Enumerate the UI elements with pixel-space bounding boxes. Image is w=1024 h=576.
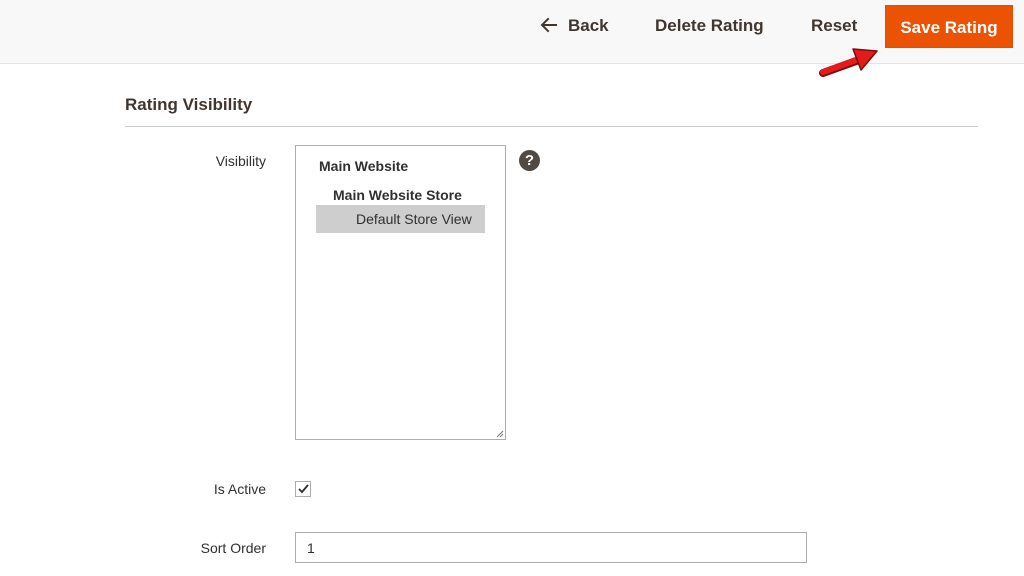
sort-order-label: Sort Order — [200, 540, 266, 556]
reset-button[interactable]: Reset — [811, 0, 857, 52]
back-button[interactable]: Back — [540, 0, 609, 52]
section-title: Rating Visibility — [125, 95, 253, 114]
is-active-checkbox[interactable] — [295, 481, 311, 497]
question-mark-icon[interactable]: ? — [519, 150, 540, 171]
is-active-label: Is Active — [213, 481, 266, 497]
visibility-multiselect[interactable]: Main Website Main Website Store Default … — [295, 145, 506, 440]
resize-handle-icon[interactable] — [496, 430, 504, 438]
optgroup-main-website: Main Website — [319, 158, 409, 174]
option-default-store-view[interactable]: Default Store View — [316, 205, 485, 233]
back-button-label: Back — [568, 16, 609, 35]
save-rating-button[interactable]: Save Rating — [885, 5, 1013, 48]
arrow-left-icon — [540, 17, 557, 33]
delete-rating-button[interactable]: Delete Rating — [655, 0, 764, 52]
red-pointer-arrow-icon — [819, 48, 878, 77]
checkmark-icon — [298, 484, 309, 494]
optgroup-main-website-store: Main Website Store — [333, 187, 462, 203]
sort-order-input[interactable] — [295, 532, 807, 563]
visibility-label: Visibility — [215, 153, 266, 169]
section-divider — [125, 126, 978, 127]
